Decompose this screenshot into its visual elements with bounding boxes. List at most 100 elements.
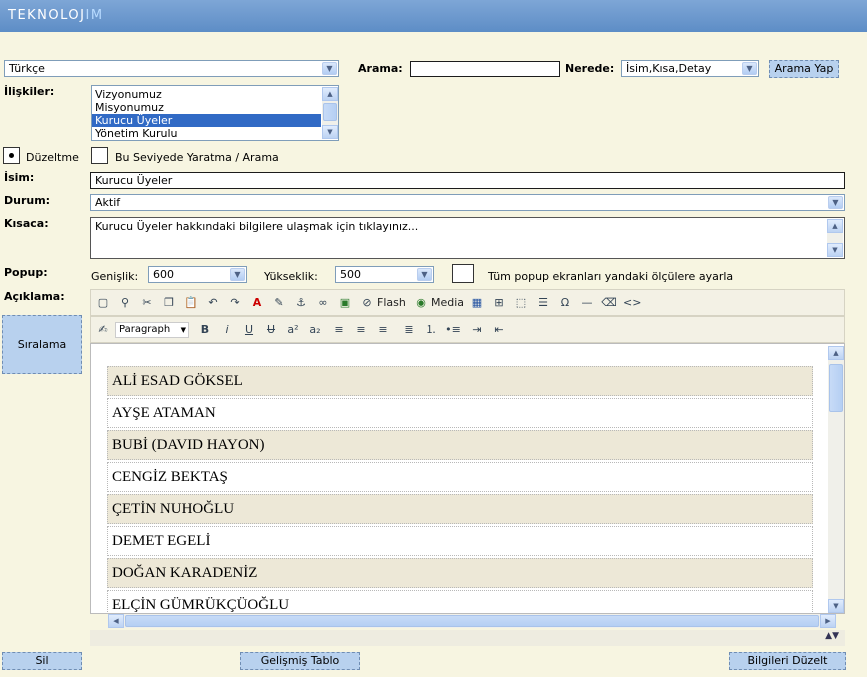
chevron-down-icon: ▼ (322, 62, 337, 75)
font-color-icon[interactable]: A (249, 295, 265, 311)
bullet-list-icon[interactable]: •≡ (445, 322, 461, 338)
strikethrough-icon[interactable]: U (263, 322, 279, 338)
form-icon[interactable]: ☰ (535, 295, 551, 311)
format-select[interactable]: Paragraph ▼ (115, 322, 189, 338)
image-icon[interactable]: ▣ (337, 295, 353, 311)
underline-icon[interactable]: U (241, 322, 257, 338)
maximize-icon[interactable]: ▢ (95, 295, 111, 311)
hscroll-thumb[interactable] (125, 615, 819, 627)
flash-label[interactable]: Flash (377, 295, 406, 311)
language-value: Türkçe (9, 62, 45, 75)
source-code-icon[interactable]: <> (623, 295, 641, 311)
editor-content[interactable]: ALİ ESAD GÖKSEL AYŞE ATAMAN BUBİ (DAVID HA… (90, 343, 845, 614)
scroll-up-icon[interactable]: ▲ (827, 219, 843, 233)
width-value: 600 (153, 268, 174, 281)
table-edit-icon[interactable]: ⊞ (491, 295, 507, 311)
popup-all-checkbox[interactable] (452, 264, 474, 283)
chevron-down-icon: ▼ (828, 196, 843, 209)
table-row[interactable]: ÇETİN NUHOĞLU (107, 494, 813, 524)
media-label[interactable]: Media (431, 295, 464, 311)
outdent-icon[interactable]: ⇤ (491, 322, 507, 338)
copy-icon[interactable]: ❐ (161, 295, 177, 311)
flash-icon[interactable]: ⊘ (359, 295, 375, 311)
format-value: Paragraph (119, 324, 171, 335)
search-label: Arama: (358, 62, 403, 75)
align-left-icon[interactable]: ≡ (331, 322, 347, 338)
where-select[interactable]: İsim,Kısa,Detay ▼ (621, 60, 759, 77)
justify-icon[interactable]: ≣ (401, 322, 417, 338)
scroll-down-icon[interactable]: ▼ (322, 125, 338, 139)
anchor-icon[interactable]: ⚓ (293, 295, 309, 311)
paste-icon[interactable]: 📋 (183, 295, 199, 311)
scroll-left-icon[interactable]: ◀ (108, 614, 124, 628)
table-row[interactable]: ALİ ESAD GÖKSEL (107, 366, 813, 396)
table-row[interactable]: AYŞE ATAMAN (107, 398, 813, 428)
grid-icon[interactable]: ⬚ (513, 295, 529, 311)
scroll-thumb[interactable] (323, 103, 337, 121)
relations-scrollbar[interactable]: ▲ ▼ (322, 87, 338, 139)
special-char-icon[interactable]: Ω (557, 295, 573, 311)
short-textarea[interactable]: Kurucu Üyeler hakkındaki bilgilere ulaşm… (90, 217, 845, 259)
horizontal-rule-icon[interactable]: — (579, 295, 595, 311)
indent-icon[interactable]: ⇥ (469, 322, 485, 338)
table-row[interactable]: ELÇİN GÜMRÜKÇÜOĞLU (107, 590, 813, 613)
chevron-down-icon: ▼ (742, 62, 757, 75)
update-button[interactable]: Bilgileri Düzelt (729, 652, 846, 670)
popup-label: Popup: (4, 266, 48, 279)
height-select[interactable]: 500 ▼ (335, 266, 434, 283)
undo-icon[interactable]: ↶ (205, 295, 221, 311)
align-center-icon[interactable]: ≡ (353, 322, 369, 338)
numbered-list-icon[interactable]: ⒈ (423, 322, 439, 338)
relations-item[interactable]: Misyonumuz (92, 101, 321, 114)
desc-label: Açıklama: (4, 290, 65, 303)
create-radio[interactable] (91, 147, 108, 164)
italic-icon[interactable]: i (219, 322, 235, 338)
name-label: İsim: (4, 171, 35, 184)
status-select[interactable]: Aktif ▼ (90, 194, 845, 211)
find-icon[interactable]: ⚲ (117, 295, 133, 311)
table-row[interactable]: DEMET EGELİ (107, 526, 813, 556)
style-icon[interactable]: ✍ (95, 322, 111, 338)
search-button[interactable]: Arama Yap (769, 60, 839, 78)
link-icon[interactable]: ∞ (315, 295, 331, 311)
relations-listbox[interactable]: Vizyonumuz Misyonumuz Kurucu Üyeler Yönetim… (91, 85, 339, 141)
chevron-down-icon: ▼ (180, 326, 186, 334)
relations-item[interactable]: Kurucu Üyeler (92, 114, 321, 127)
advanced-table-button[interactable]: Gelişmiş Tablo (240, 652, 360, 670)
scroll-up-icon[interactable]: ▲ (322, 87, 338, 101)
where-value: İsim,Kısa,Detay (626, 62, 712, 75)
scroll-thumb[interactable] (829, 364, 843, 412)
scroll-down-icon[interactable]: ▼ (828, 599, 844, 613)
redo-icon[interactable]: ↷ (227, 295, 243, 311)
editor-toolbar-1: ▢ ⚲ ✂ ❐ 📋 ↶ ↷ A ✎ ⚓ ∞ ▣ ⊘ Flash ◉ Media … (90, 289, 845, 316)
editor-vscrollbar[interactable]: ▲ ▼ (828, 346, 844, 613)
edit-radio[interactable] (3, 147, 20, 164)
editor-toolbar-2: ✍ Paragraph ▼ B i U U a² a₂ ≡ ≡ ≡ ≣ ⒈ •≡… (90, 316, 845, 343)
highlight-icon[interactable]: ✎ (271, 295, 287, 311)
media-icon[interactable]: ◉ (413, 295, 429, 311)
search-input[interactable] (410, 61, 560, 77)
relations-item[interactable]: Yönetim Kurulu (92, 127, 321, 140)
table-row[interactable]: CENGİZ BEKTAŞ (107, 462, 813, 492)
language-select[interactable]: Türkçe ▼ (4, 60, 339, 77)
resize-arrows-icon[interactable]: ▲▼ (825, 631, 839, 641)
bold-icon[interactable]: B (197, 322, 213, 338)
width-select[interactable]: 600 ▼ (148, 266, 247, 283)
table-row[interactable]: BUBİ (DAVID HAYON) (107, 430, 813, 460)
table-row[interactable]: DOĞAN KARADENİZ (107, 558, 813, 588)
superscript-icon[interactable]: a² (285, 322, 301, 338)
subscript-icon[interactable]: a₂ (307, 322, 323, 338)
editor-hscrollbar[interactable]: ◀ ▶ (108, 614, 836, 628)
order-button[interactable]: Sıralama (2, 315, 82, 374)
relations-item[interactable]: Vizyonumuz (92, 88, 321, 101)
eraser-icon[interactable]: ⌫ (601, 295, 617, 311)
table-icon[interactable]: ▦ (469, 295, 485, 311)
short-scrollbar[interactable]: ▲ ▼ (827, 219, 843, 257)
cut-icon[interactable]: ✂ (139, 295, 155, 311)
scroll-right-icon[interactable]: ▶ (820, 614, 836, 628)
align-right-icon[interactable]: ≡ (375, 322, 391, 338)
name-input[interactable]: Kurucu Üyeler (90, 172, 845, 189)
scroll-up-icon[interactable]: ▲ (828, 346, 844, 360)
delete-button[interactable]: Sil (2, 652, 82, 670)
scroll-down-icon[interactable]: ▼ (827, 243, 843, 257)
